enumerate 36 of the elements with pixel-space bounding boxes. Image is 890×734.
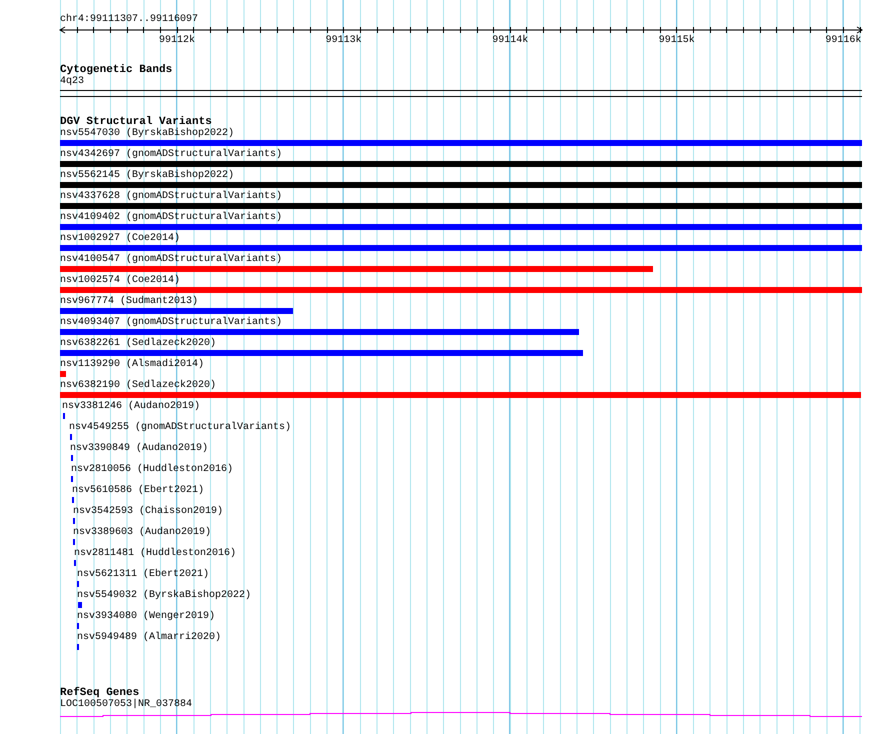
feature-label: nsv5549032 (ByrskaBishop2022) xyxy=(77,590,252,602)
feature-label: nsv4549255 (gnomADStructuralVariants) xyxy=(69,422,292,434)
feature-label: nsv4337628 (gnomADStructuralVariants) xyxy=(60,191,284,203)
feature-label: nsv3542593 (Chaisson2019) xyxy=(73,506,224,518)
track-title: RefSeq Genes xyxy=(60,687,140,699)
feature-label: nsv3381246 (Audano2019) xyxy=(62,401,202,413)
feature-label: nsv2811481 (Huddleston2016) xyxy=(74,548,238,560)
tick-label: 99115k xyxy=(658,35,695,46)
feature-label: nsv6382190 (Sedlazeck2020) xyxy=(60,380,218,392)
feature-label: nsv5562145 (ByrskaBishop2022) xyxy=(60,170,236,182)
gene-label: LOC100507053|NR_037884 xyxy=(60,699,194,711)
feature-label: nsv3389603 (Audano2019) xyxy=(73,527,212,539)
feature-label: nsv3934080 (Wenger2019) xyxy=(77,611,216,623)
track-title: DGV Structural Variants xyxy=(60,116,212,128)
feature-label: nsv4093407 (gnomADStructuralVariants) xyxy=(60,317,284,329)
feature-label: nsv1139290 (Alsmadi2014) xyxy=(60,359,206,371)
tick-label: 99116k xyxy=(825,35,862,46)
tick-label: 99113k xyxy=(326,35,362,46)
location-label: chr4:99111307..99116097 xyxy=(60,12,200,26)
feature-label: nsv5547030 (ByrskaBishop2022) xyxy=(60,128,236,140)
tick-label: 99112k xyxy=(159,35,195,46)
feature-label: nsv1002927 (Coe2014) xyxy=(60,233,182,245)
feature-label: nsv2810056 (Huddleston2016) xyxy=(71,464,234,476)
band-label: 4q23 xyxy=(60,76,86,88)
tick-label: 99114k xyxy=(492,35,528,46)
feature-label: nsv4100547 (gnomADStructuralVariants) xyxy=(60,254,284,266)
feature-label: nsv967774 (Sudmant2013) xyxy=(60,296,200,308)
feature-label: nsv4342697 (gnomADStructuralVariants) xyxy=(60,149,284,161)
feature-label: nsv4109402 (gnomADStructuralVariants) xyxy=(60,212,284,224)
feature-label: nsv3390849 (Audano2019) xyxy=(70,443,210,455)
feature-label: nsv6382261 (Sedlazeck2020) xyxy=(60,338,218,350)
track-title: Cytogenetic Bands xyxy=(60,64,174,76)
feature-label: nsv1002574 (Coe2014) xyxy=(60,275,182,287)
feature-label: nsv5621311 (Ebert2021) xyxy=(77,569,210,581)
feature-label: nsv5949489 (Almarri2020) xyxy=(77,632,222,644)
feature-label: nsv5610586 (Ebert2021) xyxy=(72,485,206,497)
